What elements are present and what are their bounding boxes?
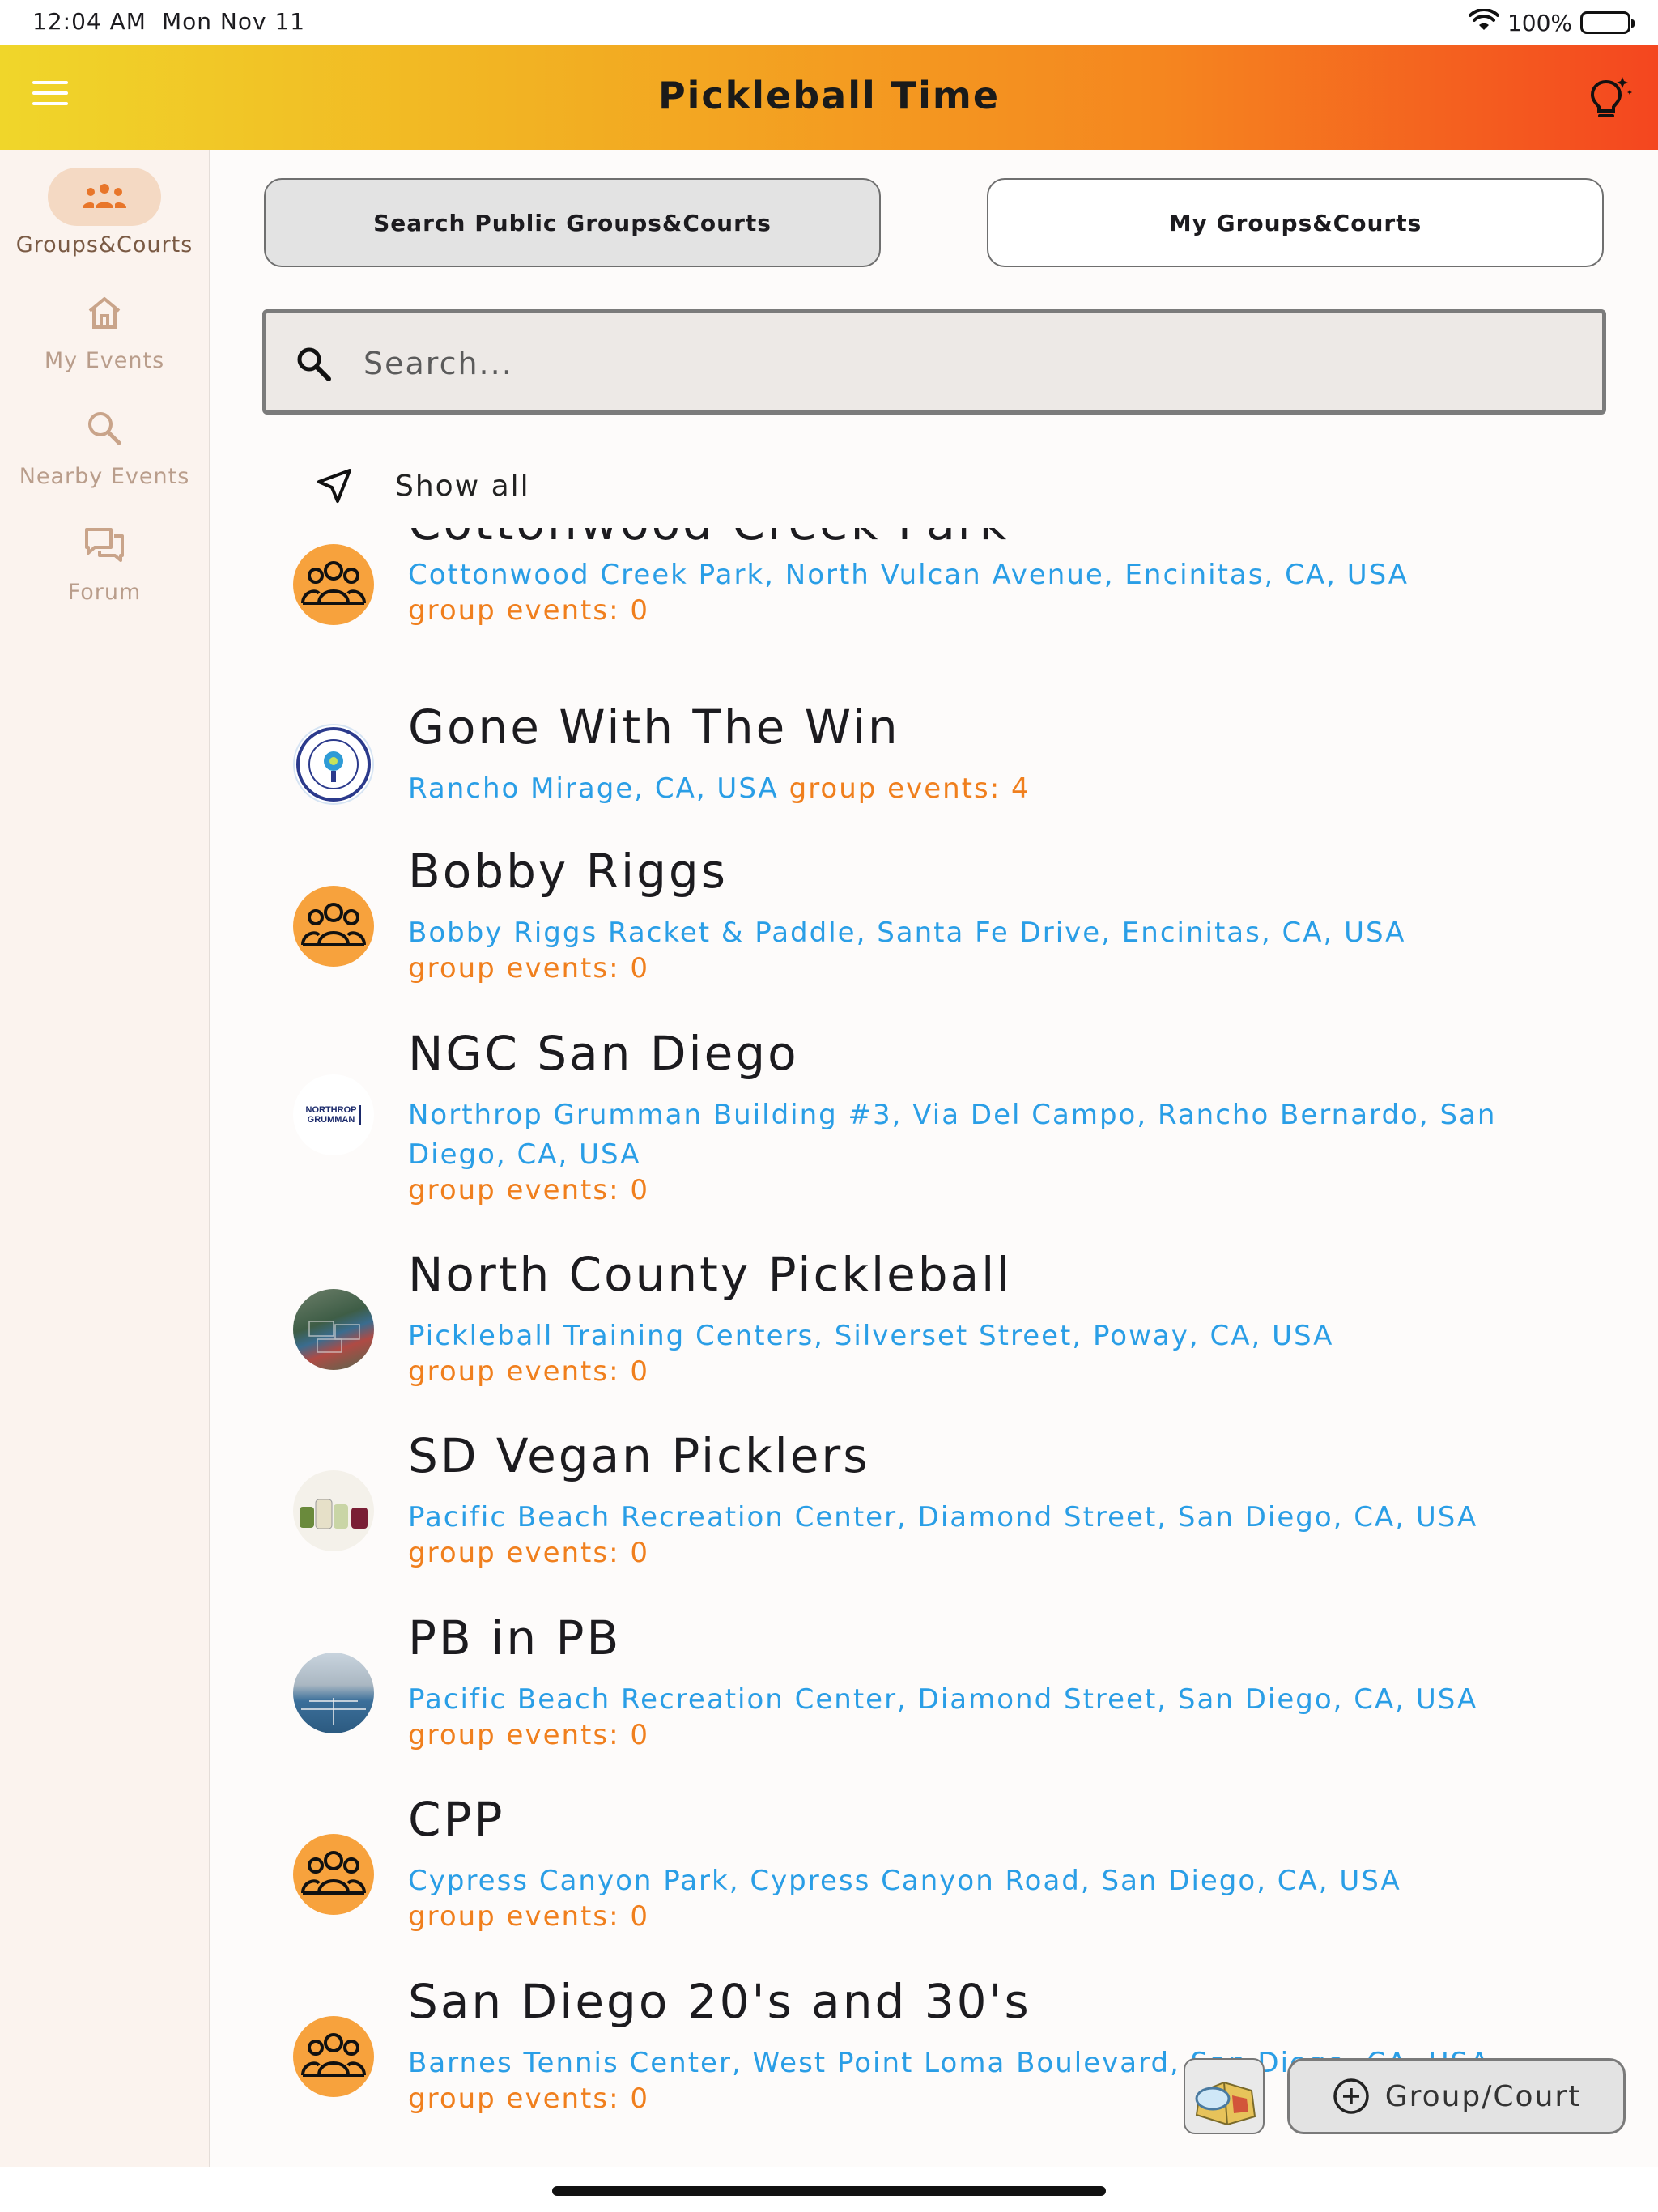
navigation-rail: Groups&Courts My Events Nearby Events Fo… <box>0 150 210 2167</box>
search-public-button[interactable]: Search Public Groups&Courts <box>264 178 881 267</box>
list-item[interactable]: Cottonwood Creek Park Cottonwood Creek P… <box>212 528 1658 690</box>
group-name: Gone With The Win <box>408 700 900 755</box>
groups-icon <box>83 184 126 208</box>
wifi-icon <box>1468 7 1499 37</box>
group-name: North County Pickleball <box>408 1247 1013 1302</box>
group-events: group events: 0 <box>408 1900 649 1933</box>
gone-with-the-win-logo <box>293 724 374 805</box>
group-placeholder-avatar <box>293 2016 374 2097</box>
group-address: Cypress Canyon Park, Cypress Canyon Road… <box>408 1865 1401 1897</box>
nav-label: Nearby Events <box>19 464 190 489</box>
list-item[interactable]: PB in PB Pacific Beach Recreation Center… <box>212 1610 1658 1789</box>
courts-photo <box>293 1289 374 1370</box>
tips-button[interactable] <box>1582 70 1635 124</box>
group-events: group events: 0 <box>408 1174 649 1206</box>
home-indicator[interactable] <box>552 2186 1106 2196</box>
northrop-grumman-logo: NORTHROP GRUMMAN <box>293 1074 374 1155</box>
app-title: Pickleball Time <box>657 74 1001 117</box>
group-address: Northrop Grumman Building #3, Via Del Ca… <box>408 1099 1497 1171</box>
add-circle-icon <box>1333 2078 1369 2114</box>
group-name: Cottonwood Creek Park <box>408 528 1009 551</box>
group-address: Cottonwood Creek Park, North Vulcan Aven… <box>408 559 1409 591</box>
list-item[interactable]: Bobby Riggs Bobby Riggs Racket & Paddle,… <box>212 844 1658 1022</box>
group-address: Pickleball Training Centers, Silverset S… <box>408 1320 1334 1352</box>
groups-icon <box>301 903 366 946</box>
logo-text: GRUMMAN <box>307 1115 355 1125</box>
nav-my-events[interactable]: My Events <box>0 283 209 373</box>
court-photo <box>293 1653 374 1733</box>
group-address: Rancho Mirage, CA, USA <box>408 772 779 805</box>
nav-pill <box>48 515 161 573</box>
group-placeholder-avatar <box>293 1834 374 1915</box>
group-address: Bobby Riggs Racket & Paddle, Santa Fe Dr… <box>408 917 1406 949</box>
groups-icon <box>301 1851 366 1895</box>
home-icon <box>88 297 121 329</box>
lightbulb-icon <box>1590 77 1632 117</box>
group-name: SD Vegan Picklers <box>408 1428 870 1483</box>
map-view-button[interactable] <box>1184 2058 1265 2134</box>
list-item[interactable]: North County Pickleball Pickleball Train… <box>212 1247 1658 1425</box>
group-address: Pacific Beach Recreation Center, Diamond… <box>408 1683 1478 1716</box>
group-address: Pacific Beach Recreation Center, Diamond… <box>408 1501 1478 1534</box>
forum-icon <box>85 528 124 562</box>
group-name: PB in PB <box>408 1610 622 1665</box>
nav-nearby-events[interactable]: Nearby Events <box>0 399 209 489</box>
nav-forum[interactable]: Forum <box>0 515 209 605</box>
groups-list: Cottonwood Creek Park Cottonwood Creek P… <box>212 528 1658 2167</box>
group-events: group events: 0 <box>408 952 649 985</box>
group-events: group events: 0 <box>408 1719 649 1751</box>
map-icon <box>1195 2081 1256 2126</box>
nav-pill <box>48 168 161 226</box>
list-item[interactable]: SD Vegan Picklers Pacific Beach Recreati… <box>212 1428 1658 1606</box>
add-group-court-button[interactable]: Group/Court <box>1287 2058 1626 2134</box>
nav-groups-courts[interactable]: Groups&Courts <box>0 168 209 257</box>
nav-label: Forum <box>67 580 142 605</box>
pickle-jars-photo <box>293 1470 374 1551</box>
status-bar: 12:04 AM Mon Nov 11 100% <box>0 0 1658 45</box>
search-icon <box>88 412 121 445</box>
group-events: group events: 4 <box>789 772 1031 805</box>
logo-text: NORTHROP <box>305 1105 357 1115</box>
search-placeholder: Search... <box>363 346 513 381</box>
list-item[interactable]: Gone With The Win Rancho Mirage, CA, USA… <box>212 700 1658 845</box>
show-all-label: Show all <box>395 469 530 503</box>
group-address-line: Rancho Mirage, CA, USA group events: 4 <box>408 769 1598 809</box>
group-name: San Diego 20's and 30's <box>408 1974 1031 2029</box>
search-input[interactable]: Search... <box>262 309 1606 415</box>
status-time: 12:04 AM <box>32 8 147 35</box>
group-events: group events: 0 <box>408 2082 649 2115</box>
group-name: Bobby Riggs <box>408 844 728 899</box>
group-events: group events: 0 <box>408 1355 649 1388</box>
group-placeholder-avatar <box>293 544 374 625</box>
group-events: group events: 0 <box>408 594 649 627</box>
nav-label: My Events <box>44 348 165 373</box>
list-item[interactable]: NORTHROP GRUMMAN NGC San Diego Northrop … <box>212 1026 1658 1244</box>
status-date: Mon Nov 11 <box>162 8 306 35</box>
nav-pill <box>48 399 161 457</box>
nav-label: Groups&Courts <box>15 232 193 257</box>
group-placeholder-avatar <box>293 886 374 967</box>
nav-pill <box>48 283 161 342</box>
battery-percent: 100% <box>1507 9 1572 36</box>
add-group-court-label: Group/Court <box>1384 2079 1582 2113</box>
groups-icon <box>301 2033 366 2077</box>
groups-icon <box>301 561 366 605</box>
navigation-arrow-icon <box>317 469 351 503</box>
status-indicators: 100% <box>1468 6 1635 39</box>
search-icon <box>297 347 331 381</box>
list-item[interactable]: CPP Cypress Canyon Park, Cypress Canyon … <box>212 1792 1658 1970</box>
my-groups-button[interactable]: My Groups&Courts <box>987 178 1604 267</box>
group-name: CPP <box>408 1792 505 1847</box>
app-bar: Pickleball Time <box>0 45 1658 150</box>
group-name: NGC San Diego <box>408 1026 799 1081</box>
battery-icon <box>1580 11 1635 34</box>
group-events: group events: 0 <box>408 1537 649 1569</box>
show-all-button[interactable]: Show all <box>314 462 530 510</box>
